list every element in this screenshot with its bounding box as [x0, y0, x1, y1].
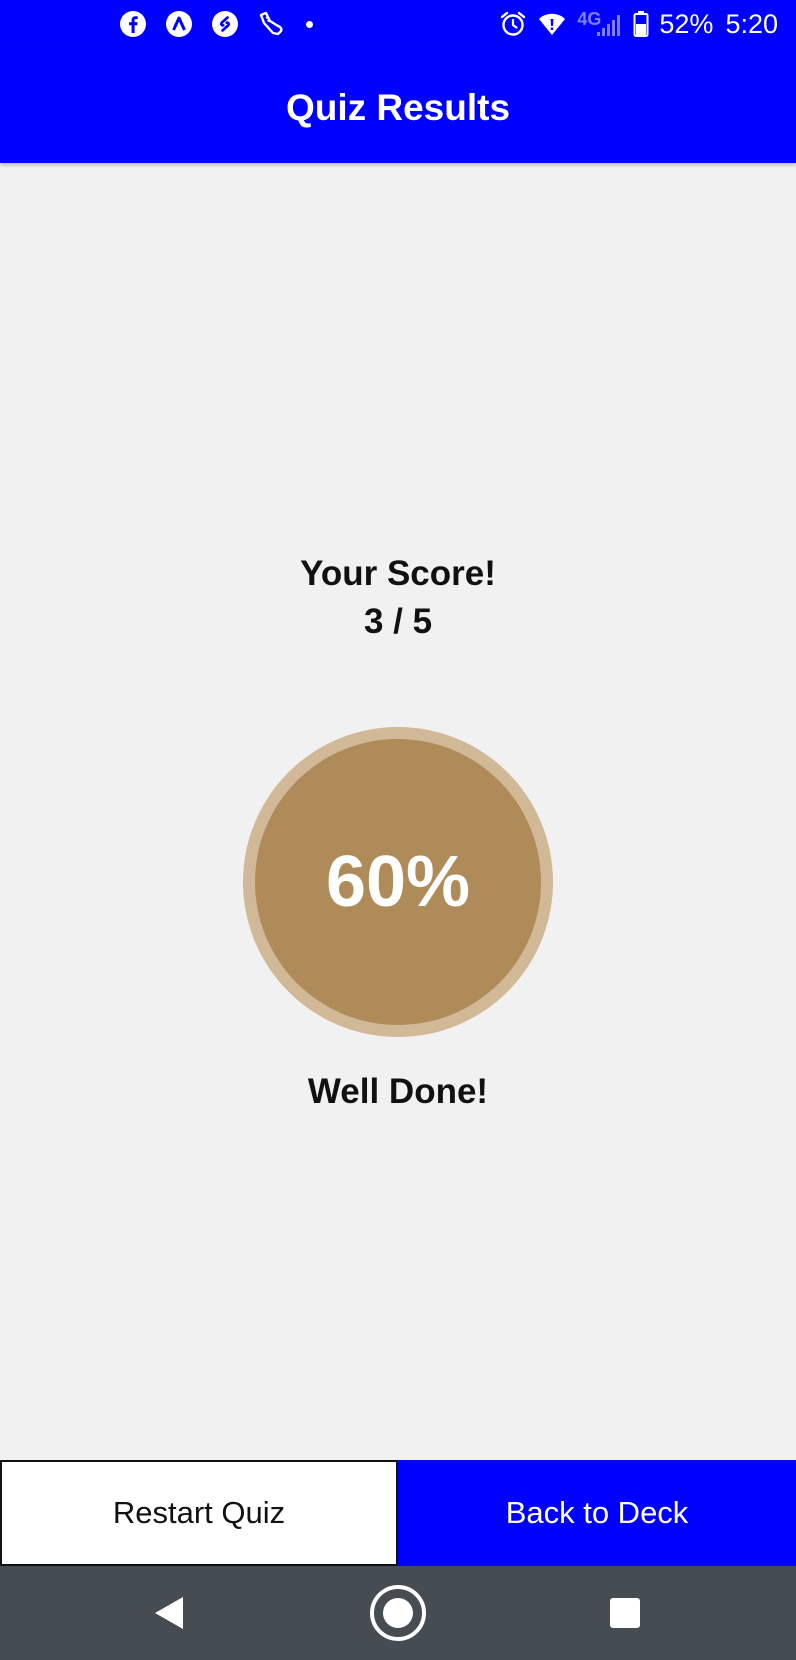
notification-icons — [118, 9, 313, 39]
wifi-icon — [539, 13, 566, 35]
shazam-icon — [212, 11, 238, 37]
clock: 5:20 — [725, 9, 778, 39]
app-bar: Quiz Results — [0, 48, 796, 163]
home-icon[interactable] — [368, 1583, 428, 1643]
facebook-icon — [120, 11, 146, 37]
battery-percentage: 52% — [659, 9, 714, 39]
status-bar: 4G 52% 5:20 — [0, 0, 796, 48]
score-percent: 60% — [325, 842, 471, 922]
score-label: Your Score! — [300, 554, 496, 593]
app-a-icon — [166, 11, 192, 37]
recents-icon[interactable] — [595, 1583, 655, 1643]
result-message: Well Done! — [307, 1072, 489, 1111]
signal-icon — [597, 15, 621, 36]
sneaker-icon — [259, 11, 283, 36]
system-icons: 4G 52% 5:20 — [499, 8, 778, 40]
score-progress-circle: 60% — [243, 727, 553, 1037]
navigation-bar — [0, 1566, 796, 1660]
score-value: 3 / 5 — [363, 602, 433, 641]
page-title: Quiz Results — [285, 87, 511, 128]
notification-dot-icon — [306, 20, 313, 28]
back-to-deck-button[interactable]: Back to Deck — [398, 1460, 796, 1566]
restart-quiz-button[interactable]: Restart Quiz — [0, 1460, 398, 1566]
alarm-icon — [501, 11, 526, 36]
back-icon[interactable] — [139, 1583, 199, 1643]
battery-icon — [633, 11, 649, 37]
